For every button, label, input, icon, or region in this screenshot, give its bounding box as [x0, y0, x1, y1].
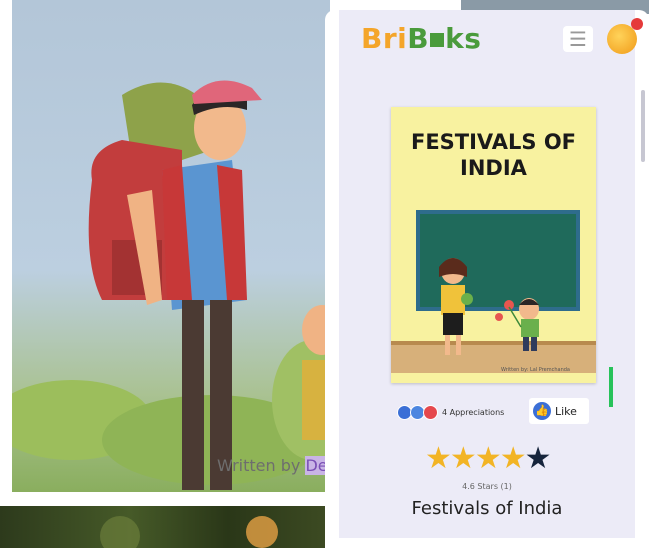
cover-title: FESTIVALS OF INDIA [391, 129, 596, 181]
lantern-image [100, 516, 278, 548]
story-illustration: Written by De [12, 0, 330, 492]
book-title[interactable]: Festivals of India [339, 498, 635, 519]
star-filled-icon[interactable]: ★ [500, 441, 527, 476]
logo-text-bri: Bri [361, 22, 408, 55]
hamburger-menu-icon[interactable]: ☰ [563, 26, 593, 52]
heart-reaction-icon [423, 404, 438, 420]
phone-screen: BriB ks ☰ FESTIVALS OF INDIA Written by:… [325, 10, 649, 548]
hiker-illustration [12, 80, 330, 490]
cover-title-line2: INDIA [460, 156, 527, 180]
logo-text-ks: ks [445, 22, 482, 55]
star-filled-icon[interactable]: ★ [475, 441, 502, 476]
selection-marker [609, 367, 613, 407]
cover-author: Written by: Lal Premchanda [501, 367, 570, 373]
app-content: BriB ks ☰ FESTIVALS OF INDIA Written by:… [339, 10, 645, 538]
teacher-child-illustration [439, 258, 539, 355]
written-by-label: Written by De [217, 456, 328, 475]
star-empty-icon[interactable]: ★ [525, 441, 552, 476]
appreciations-count: 4 Appreciations [442, 407, 505, 417]
star-filled-icon[interactable]: ★ [425, 441, 452, 476]
star-filled-icon[interactable]: ★ [450, 441, 477, 476]
scrollbar[interactable] [641, 90, 645, 162]
notification-badge [631, 18, 643, 30]
logo-text-b: B [407, 22, 430, 55]
thumbs-up-icon: 👍 [533, 402, 551, 420]
like-label: Like [555, 404, 577, 418]
appreciations-row[interactable]: 4 Appreciations [397, 400, 504, 424]
bribooks-logo[interactable]: BriB ks [361, 22, 481, 55]
cover-title-line1: FESTIVALS OF [410, 130, 577, 154]
bottom-photo-strip [0, 506, 325, 548]
book-icon [430, 33, 445, 47]
like-button[interactable]: 👍 Like [529, 398, 589, 424]
rating-text: 4.6 Stars (1) [462, 482, 512, 491]
written-by-prefix: Written by [217, 456, 301, 475]
book-cover[interactable]: FESTIVALS OF INDIA Written by: Lal Premc… [391, 107, 596, 383]
star-rating[interactable]: ★★★★★ [425, 441, 552, 476]
